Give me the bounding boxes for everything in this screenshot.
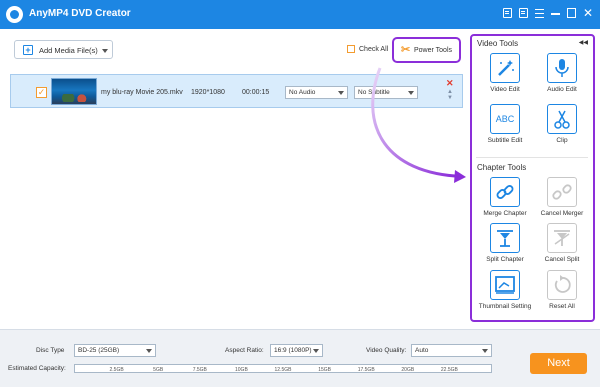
next-button[interactable]: Next bbox=[530, 353, 587, 374]
menu-icon[interactable] bbox=[535, 9, 544, 18]
microphone-icon bbox=[547, 53, 577, 83]
add-media-label: Add Media File(s) bbox=[39, 46, 98, 55]
subtitle-edit-tool[interactable]: ABC Subtitle Edit bbox=[477, 104, 533, 145]
aspect-ratio-select[interactable]: 16:9 (1080P) bbox=[270, 344, 323, 357]
tool-label: Thumbnail Setting bbox=[478, 303, 532, 310]
chevron-down-icon bbox=[408, 91, 414, 95]
split-chapter-tool[interactable]: Split Chapter bbox=[477, 223, 533, 264]
power-tools-panel: Video Tools ◀◀ Video Edit Audio Edit ABC… bbox=[470, 34, 595, 322]
capacity-tick: 20GB bbox=[401, 367, 415, 373]
bottom-bar: Disc Type BD-25 (25GB) Aspect Ratio: 16:… bbox=[0, 329, 600, 387]
cancel-split-icon bbox=[547, 223, 577, 253]
tool-label: Cancel Split bbox=[544, 256, 580, 263]
capacity-tick: 22.5GB bbox=[440, 367, 458, 373]
merge-chapter-tool[interactable]: Merge Chapter bbox=[477, 177, 533, 218]
chevron-down-icon bbox=[313, 349, 319, 353]
file-name: my blu-ray Movie 205.mkv bbox=[101, 89, 183, 96]
video-tools-title: Video Tools bbox=[477, 39, 519, 48]
video-thumbnail[interactable] bbox=[51, 78, 97, 105]
cancel-merger-tool[interactable]: Cancel Merger bbox=[534, 177, 590, 218]
audio-select[interactable]: No Audio bbox=[285, 86, 348, 99]
chevron-down-icon bbox=[482, 349, 488, 353]
divider bbox=[476, 157, 588, 158]
app-logo-icon bbox=[6, 6, 23, 23]
tool-label: Video Edit bbox=[490, 86, 520, 93]
reset-all-tool[interactable]: Reset All bbox=[534, 270, 590, 311]
capacity-tick: 2.5GB bbox=[109, 367, 124, 373]
abc-icon: ABC bbox=[490, 104, 520, 134]
reset-icon bbox=[547, 270, 577, 300]
file-icon[interactable] bbox=[519, 8, 528, 18]
delete-icon[interactable]: ✕ bbox=[446, 78, 454, 89]
capacity-bar: 2.5GB 5GB 7.5GB 10GB 12.5GB 15GB 17.5GB … bbox=[74, 364, 492, 373]
file-resolution: 1920*1080 bbox=[191, 89, 225, 96]
abc-glyph: ABC bbox=[495, 114, 515, 124]
capacity-tick: 10GB bbox=[234, 367, 248, 373]
capacity-tick: 17.5GB bbox=[357, 367, 375, 373]
chevron-down-icon bbox=[338, 91, 344, 95]
check-all[interactable]: Check All bbox=[347, 45, 388, 53]
collapse-icon[interactable]: ◀◀ bbox=[579, 39, 588, 46]
subtitle-select-value: No Subtitle bbox=[358, 89, 390, 96]
minimize-icon[interactable] bbox=[551, 8, 560, 18]
video-quality-select[interactable]: Auto bbox=[411, 344, 492, 357]
maximize-icon[interactable] bbox=[567, 8, 576, 18]
disc-type-label: Disc Type bbox=[36, 347, 65, 354]
disc-type-select[interactable]: BD-25 (25GB) bbox=[74, 344, 156, 357]
chevron-down-icon bbox=[146, 349, 152, 353]
scissors-icon bbox=[547, 104, 577, 134]
video-quality-label: Video Quality: bbox=[366, 347, 407, 354]
thumbnail-icon bbox=[490, 270, 520, 300]
file-duration: 00:00:15 bbox=[242, 89, 270, 96]
cancel-split-tool[interactable]: Cancel Split bbox=[534, 223, 590, 264]
tool-label: Audio Edit bbox=[547, 86, 577, 93]
chevron-down-icon[interactable] bbox=[102, 49, 108, 53]
tools-icon: ✂ bbox=[401, 44, 411, 56]
aspect-ratio-value: 16:9 (1080P) bbox=[274, 347, 312, 354]
tool-label: Subtitle Edit bbox=[487, 137, 523, 144]
reorder-icon[interactable]: ▲ ▼ bbox=[447, 89, 453, 101]
add-file-icon: + bbox=[23, 45, 33, 55]
subtitle-select[interactable]: No Subtitle bbox=[354, 86, 418, 99]
tool-label: Merge Chapter bbox=[483, 210, 527, 217]
audio-edit-tool[interactable]: Audio Edit bbox=[534, 53, 590, 94]
capacity-label: Estimated Capacity: bbox=[8, 365, 66, 372]
link-icon bbox=[490, 177, 520, 207]
capacity-tick: 7.5GB bbox=[192, 367, 207, 373]
window-controls: ✕ bbox=[503, 7, 593, 19]
app-title: AnyMP4 DVD Creator bbox=[29, 8, 131, 19]
check-all-label: Check All bbox=[359, 45, 389, 53]
magic-wand-icon bbox=[490, 53, 520, 83]
add-media-button[interactable]: + Add Media File(s) bbox=[14, 40, 113, 59]
document-icon[interactable] bbox=[503, 8, 512, 18]
tool-label: Cancel Merger bbox=[540, 210, 584, 217]
video-quality-value: Auto bbox=[415, 347, 429, 354]
power-tools-label: Power Tools bbox=[414, 47, 453, 54]
check-all-checkbox[interactable] bbox=[347, 45, 355, 53]
aspect-ratio-label: Aspect Ratio: bbox=[225, 347, 264, 354]
file-row[interactable]: ✓ my blu-ray Movie 205.mkv 1920*1080 00:… bbox=[10, 74, 463, 108]
chapter-tools-title: Chapter Tools bbox=[477, 163, 527, 172]
audio-select-value: No Audio bbox=[289, 89, 316, 96]
close-icon[interactable]: ✕ bbox=[583, 7, 593, 19]
tool-label: Split Chapter bbox=[486, 256, 524, 263]
disc-type-value: BD-25 (25GB) bbox=[78, 347, 120, 354]
clip-tool[interactable]: Clip bbox=[534, 104, 590, 145]
split-icon bbox=[490, 223, 520, 253]
thumbnail-setting-tool[interactable]: Thumbnail Setting bbox=[477, 270, 533, 311]
file-checkbox[interactable]: ✓ bbox=[36, 87, 47, 98]
capacity-tick: 5GB bbox=[153, 367, 164, 373]
video-edit-tool[interactable]: Video Edit bbox=[477, 53, 533, 94]
capacity-tick: 15GB bbox=[318, 367, 331, 373]
unlink-icon bbox=[547, 177, 577, 207]
capacity-tick: 12.5GB bbox=[274, 367, 292, 373]
tool-label: Reset All bbox=[549, 303, 575, 310]
power-tools-button[interactable]: ✂ Power Tools bbox=[392, 37, 461, 63]
title-bar: AnyMP4 DVD Creator ✕ bbox=[0, 0, 600, 29]
tool-label: Clip bbox=[556, 137, 568, 144]
